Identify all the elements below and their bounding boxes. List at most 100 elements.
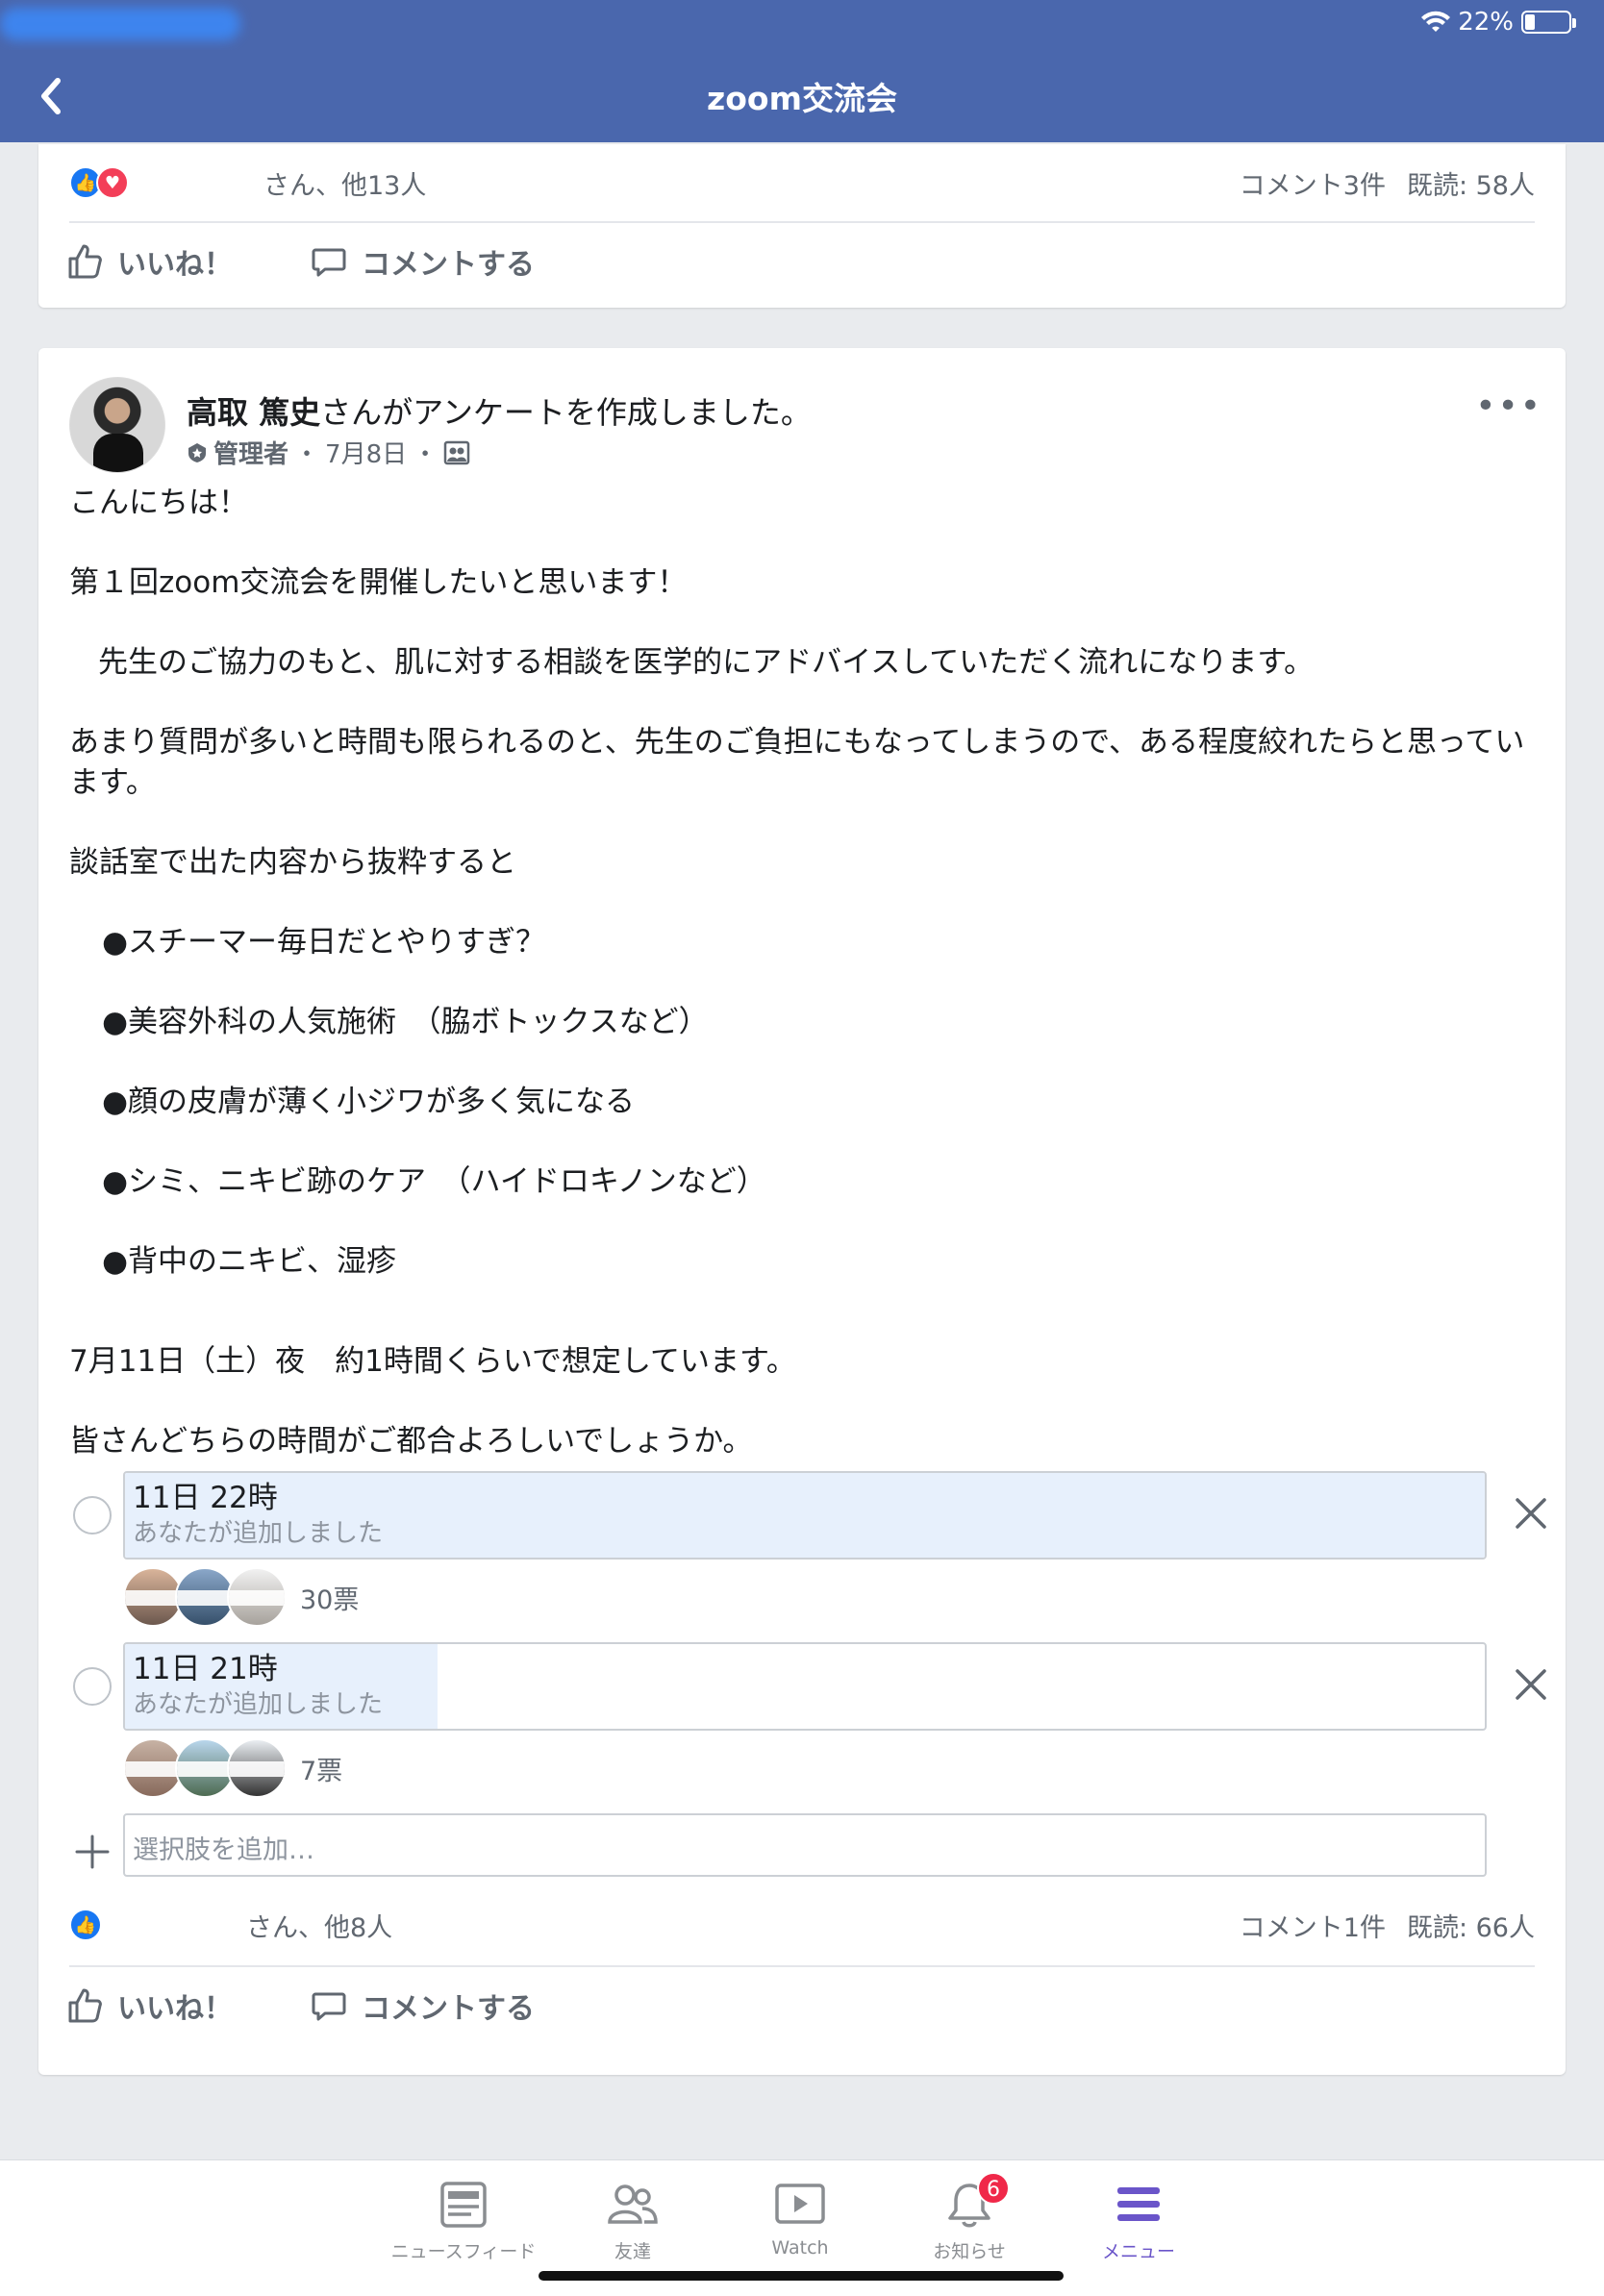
post-bullet: ●背中のニキビ、湿疹 — [102, 1244, 397, 1279]
post-text-doctor: 先生のご協力のもと、肌に対する相談を医学的にアドバイスしていただく流れになります… — [98, 645, 1315, 680]
poll-radio[interactable] — [73, 1496, 112, 1535]
prev-comment-button[interactable]: コメントする — [310, 240, 535, 283]
voter-avatar — [175, 1567, 235, 1627]
post-date[interactable]: 7月8日 — [325, 435, 407, 470]
post-bullet: ●スチーマー毎日だとやりすぎ？ — [102, 925, 546, 960]
comment-button[interactable]: コメントする — [310, 1984, 535, 2027]
prev-reactions-row[interactable]: 👍 ♥ さん、他13人 コメント3件 既読: 58人 — [38, 144, 1566, 221]
post-text-greeting: こんにちは！ — [69, 486, 248, 520]
post-text-note: あまり質問が多いと時間も限られるのと、先生のご負担にもなってしまうので、ある程度… — [69, 725, 1525, 800]
home-indicator[interactable] — [539, 2271, 1064, 2281]
post-title-line: 高取 篤史さんがアンケートを作成しました。 — [187, 388, 812, 433]
add-poll-option: 選択肢を追加… — [69, 1813, 1535, 1896]
battery-icon — [1521, 11, 1576, 34]
nav-bar: zoom交流会 — [0, 50, 1604, 142]
poll-vote-count: 7票 — [300, 1756, 343, 1786]
post-actions-row: いいね！ コメントする — [38, 1967, 1566, 2044]
page-title: zoom交流会 — [707, 80, 897, 117]
redacted-carrier — [0, 8, 240, 40]
poll-option-box[interactable]: 11日 21時 あなたが追加しました — [123, 1642, 1487, 1731]
tab-label: Watch — [771, 2237, 829, 2259]
wifi-icon — [1421, 11, 1451, 32]
post-stats: コメント1件 既読: 66人 — [1240, 1907, 1535, 1944]
poll-post-card: 高取 篤史さんがアンケートを作成しました。 管理者 ・ 7月8日 ・ ••• こ… — [38, 348, 1566, 2075]
reaction-icons: 👍 — [69, 1909, 102, 1941]
post-text-schedule: 7月11日（土）夜 約1時間くらいで想定しています。 — [69, 1344, 796, 1379]
battery-percent: 22% — [1458, 8, 1514, 37]
poll-option-label: 11日 22時 — [133, 1481, 278, 1515]
comment-bubble-icon — [312, 248, 346, 277]
author-name[interactable]: 高取 篤史 — [187, 394, 320, 431]
group-audience-icon — [443, 440, 470, 464]
comment-bubble-icon — [312, 1992, 346, 2021]
post-reactions-text: さん、他8人 — [246, 1912, 393, 1943]
tab-watch[interactable]: Watch — [714, 2180, 887, 2259]
prev-like-label: いいね！ — [117, 248, 233, 282]
like-button[interactable]: いいね！ — [65, 1984, 233, 2027]
voter-avatar — [227, 1567, 287, 1627]
thumbs-up-icon — [68, 244, 102, 279]
post-body: こんにちは！ 第１回zoom交流会を開催したいと思います！ 先生のご協力のもと、… — [38, 475, 1566, 1461]
tab-label: メニュー — [1101, 2241, 1175, 2262]
tab-notifications[interactable]: 6 お知らせ — [883, 2172, 1056, 2263]
post-meta: 管理者 ・ 7月8日 ・ — [187, 435, 470, 470]
thumbs-up-icon — [68, 1988, 102, 2023]
poll-option[interactable]: 11日 21時 あなたが追加しました 7票 — [69, 1642, 1546, 1813]
poll-radio[interactable] — [73, 1667, 112, 1706]
comment-label: コメントする — [362, 1992, 535, 2026]
tab-menu[interactable]: メニュー — [1052, 2180, 1225, 2263]
comment-count[interactable]: コメント1件 — [1240, 1907, 1386, 1944]
more-options-button[interactable]: ••• — [1475, 387, 1542, 426]
seen-count[interactable]: 既読: 66人 — [1407, 1907, 1535, 1944]
notification-badge: 6 — [977, 2172, 1010, 2205]
redacted-name — [129, 170, 263, 195]
tab-friends[interactable]: 友達 — [546, 2180, 719, 2263]
voter-avatar — [175, 1738, 235, 1798]
add-option-input[interactable]: 選択肢を追加… — [123, 1813, 1487, 1877]
prev-post-card: 👍 ♥ さん、他13人 コメント3件 既読: 58人 いいね！ コメントする — [38, 144, 1566, 308]
voter-avatar — [123, 1738, 183, 1798]
post-bullet: ●顔の皮膚が薄く小ジワが多く気になる — [102, 1085, 636, 1119]
news-feed-icon — [440, 2182, 487, 2228]
status-right: 22% — [1421, 8, 1576, 37]
tab-label: ニュースフィード — [390, 2241, 537, 2262]
post-header: 高取 篤史さんがアンケートを作成しました。 管理者 ・ 7月8日 ・ ••• — [38, 348, 1566, 475]
reaction-icons: 👍 ♥ — [69, 166, 129, 199]
prev-seen-count[interactable]: 既読: 58人 — [1407, 164, 1535, 202]
poll-option-added-by: あなたが追加しました — [133, 1519, 384, 1548]
post-text-question: 皆さんどちらの時間がご都合よろしいでしょうか。 — [69, 1424, 753, 1459]
watch-icon — [775, 2184, 825, 2224]
poll: 11日 22時 あなたが追加しました 30票 11日 21時 あなたが追加しまし… — [38, 1471, 1566, 1896]
tab-news-feed[interactable]: ニュースフィード — [377, 2180, 550, 2263]
post-bullet: ●シミ、ニキビ跡のケア （ハイドロキノンなど） — [102, 1164, 766, 1199]
remove-option-icon[interactable] — [1510, 1492, 1552, 1535]
remove-option-icon[interactable] — [1510, 1663, 1552, 1706]
post-action-text: さんがアンケートを作成しました。 — [320, 394, 812, 431]
role-label: 管理者 — [213, 440, 289, 469]
prev-comment-count[interactable]: コメント3件 — [1240, 164, 1386, 202]
post-text-excerpt: 談話室で出た内容から抜粋すると — [69, 845, 516, 880]
tab-label: お知らせ — [933, 2241, 1006, 2262]
like-reaction-icon: 👍 — [69, 1909, 102, 1941]
battery-fill — [1525, 14, 1535, 30]
avatar[interactable] — [69, 377, 165, 473]
friends-icon — [608, 2184, 658, 2224]
like-label: いいね！ — [117, 1992, 233, 2026]
redacted-name — [102, 1912, 246, 1937]
post-reactions-row[interactable]: 👍 さん、他8人 コメント1件 既読: 66人 — [38, 1896, 1566, 1954]
post-bullet: ●美容外科の人気施術 （脇ボトックスなど） — [102, 1005, 709, 1039]
poll-option[interactable]: 11日 22時 あなたが追加しました 30票 — [69, 1471, 1546, 1642]
menu-icon — [1117, 2187, 1160, 2221]
poll-option-box[interactable]: 11日 22時 あなたが追加しました — [123, 1471, 1487, 1560]
meta-separator: ・ — [413, 440, 439, 469]
status-bar: 22% — [0, 0, 1604, 50]
back-chevron-icon[interactable] — [33, 73, 71, 119]
post-text-intro: 第１回zoom交流会を開催したいと思います！ — [69, 565, 688, 600]
plus-icon[interactable] — [73, 1833, 112, 1871]
prev-like-button[interactable]: いいね！ — [65, 240, 233, 283]
prev-post-stats: コメント3件 既読: 58人 — [1240, 164, 1535, 202]
poll-voters[interactable]: 7票 — [123, 1738, 342, 1798]
poll-voters[interactable]: 30票 — [123, 1567, 359, 1627]
poll-option-added-by: あなたが追加しました — [133, 1690, 384, 1719]
love-reaction-icon: ♥ — [96, 166, 129, 199]
